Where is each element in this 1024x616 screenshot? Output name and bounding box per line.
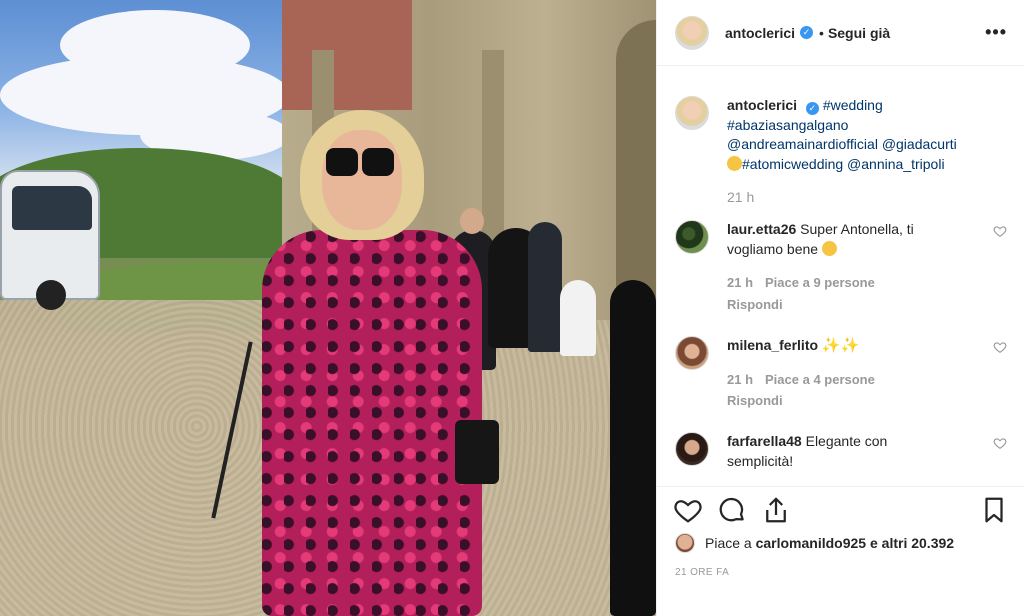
caption-line: antoclerici ✓ #wedding bbox=[727, 96, 987, 116]
post-header: antoclerici ✓ • Segui già ••• bbox=[657, 0, 1024, 66]
comment-time[interactable]: 21 h bbox=[727, 372, 753, 387]
reply-button[interactable]: Rispondi bbox=[727, 295, 987, 315]
comment-text: Super Antonella, ti bbox=[800, 221, 914, 237]
comment-icon[interactable] bbox=[717, 495, 747, 525]
comment: farfarella48 Elegante con semplicità! bbox=[675, 432, 1007, 471]
heart-icon[interactable] bbox=[673, 495, 703, 525]
commenter-username[interactable]: milena_ferlito bbox=[727, 337, 818, 353]
guest bbox=[610, 280, 656, 616]
liker-username[interactable]: carlomanildo925 bbox=[756, 535, 867, 551]
smile-emoji-icon bbox=[821, 240, 837, 256]
post-timestamp[interactable]: 21 ORE FA bbox=[675, 567, 729, 578]
woman-dress bbox=[262, 230, 482, 616]
guest-head bbox=[460, 208, 484, 234]
dot-separator: • bbox=[819, 24, 824, 41]
sparkle-emoji-icon: ✨ bbox=[840, 337, 860, 354]
guest bbox=[560, 280, 596, 356]
bus bbox=[0, 170, 100, 310]
author-avatar[interactable] bbox=[675, 15, 709, 50]
likes-summary: Piace a carlomanildo925 e altri 20.392 bbox=[675, 533, 954, 553]
comment-likes[interactable]: Piace a 4 persone bbox=[765, 372, 875, 387]
comment-text: semplicità! bbox=[727, 452, 794, 469]
more-icon[interactable]: ••• bbox=[985, 22, 1007, 43]
sunglasses bbox=[326, 148, 394, 178]
post-actions: Piace a carlomanildo925 e altri 20.392 2… bbox=[657, 486, 1024, 616]
commenter-username[interactable]: farfarella48 bbox=[727, 433, 802, 449]
handbag bbox=[455, 420, 499, 484]
comment-like-heart-icon[interactable] bbox=[993, 340, 1007, 354]
hashtag-link[interactable]: #wedding bbox=[823, 97, 883, 113]
mentions-line[interactable]: @andreamainardiofficial @giadacurti bbox=[727, 135, 987, 155]
comment-likes[interactable]: Piace a 9 persone bbox=[765, 275, 875, 290]
share-icon[interactable] bbox=[761, 495, 791, 525]
likes-count[interactable]: e altri 20.392 bbox=[870, 535, 954, 551]
verified-icon: ✓ bbox=[800, 26, 814, 39]
woman-face bbox=[322, 130, 402, 230]
commenter-avatar[interactable] bbox=[675, 336, 709, 370]
caption-username[interactable]: antoclerici bbox=[727, 97, 797, 113]
post-photo[interactable] bbox=[0, 0, 656, 616]
comment-like-heart-icon[interactable] bbox=[993, 224, 1007, 238]
post-side-panel: antoclerici ✓ • Segui già ••• antocleric… bbox=[656, 0, 1024, 616]
smile-emoji-icon bbox=[727, 155, 742, 171]
bookmark-icon[interactable] bbox=[979, 495, 1009, 525]
comment: laur.etta26 Super Antonella, ti vogliamo… bbox=[675, 220, 1007, 314]
verified-icon: ✓ bbox=[805, 102, 819, 115]
reply-button[interactable]: Rispondi bbox=[727, 391, 987, 411]
commenter-avatar[interactable] bbox=[675, 220, 709, 254]
commenter-avatar[interactable] bbox=[675, 432, 709, 466]
caption: antoclerici ✓ #wedding #abaziasangalgano… bbox=[675, 96, 1007, 208]
follow-button[interactable]: Segui già bbox=[828, 25, 890, 41]
comment: milena_ferlito ✨✨ 21 h Piace a 4 persone … bbox=[675, 336, 1007, 411]
likes-prefix: Piace a bbox=[705, 535, 752, 551]
comment-like-heart-icon[interactable] bbox=[993, 436, 1007, 450]
author-avatar[interactable] bbox=[675, 96, 709, 130]
liker-avatar[interactable] bbox=[675, 533, 695, 553]
comment-time[interactable]: 21 h bbox=[727, 275, 753, 290]
commenter-username[interactable]: laur.etta26 bbox=[727, 221, 796, 237]
author-username[interactable]: antoclerici bbox=[725, 25, 795, 41]
comment-text: Elegante con bbox=[805, 433, 888, 449]
hashtag-link[interactable]: #atomicwedding @annina_tripoli bbox=[742, 156, 945, 172]
comment-text: vogliamo bene bbox=[727, 240, 819, 257]
caption-time: 21 h bbox=[727, 189, 755, 205]
guest bbox=[528, 222, 562, 352]
hashtag-link[interactable]: #abaziasangalgano bbox=[727, 116, 987, 136]
comments-list[interactable]: antoclerici ✓ #wedding #abaziasangalgano… bbox=[657, 66, 1024, 486]
sparkle-emoji-icon: ✨ bbox=[821, 337, 841, 354]
